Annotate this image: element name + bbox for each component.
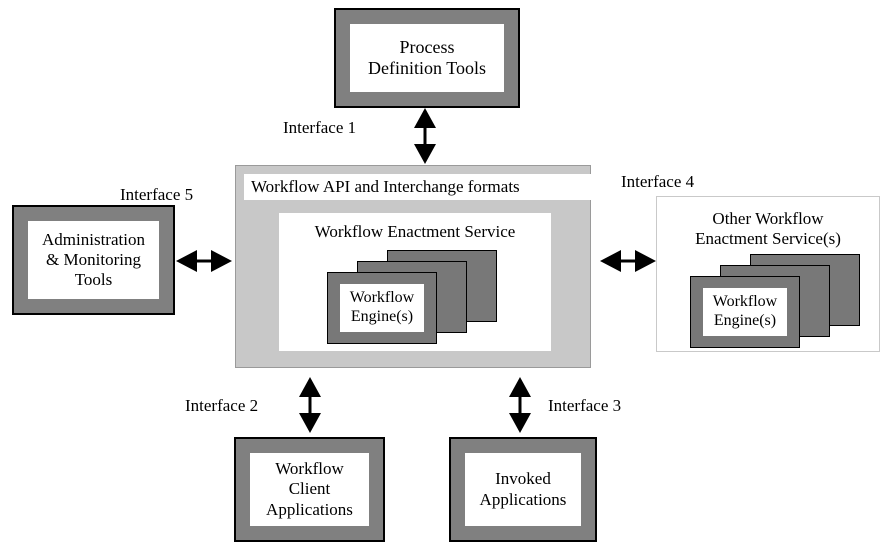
other-enactment-service-line1: Other Workflow xyxy=(712,209,824,228)
administration-monitoring-tools-line3: Tools xyxy=(74,270,113,290)
process-definition-tools-label-line2: Definition Tools xyxy=(368,58,486,78)
administration-monitoring-tools-inner: Administration & Monitoring Tools xyxy=(28,221,159,299)
diagram-canvas: Process Definition Tools Interface 1 Wor… xyxy=(0,0,891,554)
double-arrow-vertical-icon-interface-3 xyxy=(506,377,534,433)
invoked-applications-line1: Invoked xyxy=(495,469,551,489)
workflow-engine-card-text: Workflow Engine(s) xyxy=(340,284,424,332)
workflow-engines-center-line2: Engine(s) xyxy=(350,308,414,325)
workflow-engine-stack-other[interactable]: Workflow Engine(s) xyxy=(690,254,870,348)
node-other-enactment-service[interactable]: Other Workflow Enactment Service(s) Work… xyxy=(656,196,880,352)
workflow-engine-stack-center[interactable]: Workflow Engine(s) xyxy=(327,250,507,344)
workflow-client-applications-inner: Workflow Client Applications xyxy=(250,453,369,526)
workflow-client-applications-line3: Applications xyxy=(266,499,353,519)
double-arrow-vertical-icon-interface-1 xyxy=(411,108,439,164)
workflow-client-applications-line1: Workflow xyxy=(275,459,344,479)
double-arrow-horizontal-icon-interface-5 xyxy=(176,246,232,276)
label-interface-2: Interface 2 xyxy=(185,396,259,415)
label-interface-3: Interface 3 xyxy=(548,396,622,415)
other-enactment-service-line2: Enactment Service(s) xyxy=(695,229,841,249)
administration-monitoring-tools-line2: & Monitoring xyxy=(46,249,141,269)
workflow-engine-other-card-text: Workflow Engine(s) xyxy=(703,288,787,336)
label-interface-5: Interface 5 xyxy=(120,185,194,204)
invoked-applications-inner: Invoked Applications xyxy=(465,453,581,526)
node-process-definition-tools[interactable]: Process Definition Tools xyxy=(334,8,520,108)
double-arrow-vertical-icon-interface-2 xyxy=(296,377,324,433)
other-enactment-service-title: Other Workflow Enactment Service(s) xyxy=(657,209,879,249)
double-arrow-horizontal-icon-interface-4 xyxy=(600,246,656,276)
workflow-engines-other-line1: Workflow xyxy=(712,293,778,311)
node-workflow-client-applications[interactable]: Workflow Client Applications xyxy=(234,437,385,542)
process-definition-tools-label-line1: Process xyxy=(399,36,455,57)
workflow-enactment-service-title: Workflow Enactment Service xyxy=(314,222,516,241)
workflow-engine-other-card-front[interactable]: Workflow Engine(s) xyxy=(690,276,800,348)
invoked-applications-line2: Applications xyxy=(479,489,567,509)
workflow-api-bar[interactable]: Workflow API and Interchange formats xyxy=(244,174,591,200)
workflow-engines-center-line1: Workflow xyxy=(349,289,415,307)
process-definition-tools-inner: Process Definition Tools xyxy=(350,24,504,92)
workflow-engine-card-front[interactable]: Workflow Engine(s) xyxy=(327,272,437,344)
workflow-engines-other-line2: Engine(s) xyxy=(713,312,777,329)
node-administration-monitoring-tools[interactable]: Administration & Monitoring Tools xyxy=(12,205,175,315)
panel-workflow-enactment-main: Workflow API and Interchange formats Wor… xyxy=(235,165,591,368)
node-invoked-applications[interactable]: Invoked Applications xyxy=(449,437,597,542)
administration-monitoring-tools-line1: Administration xyxy=(42,229,145,249)
label-interface-4: Interface 4 xyxy=(621,172,695,191)
node-workflow-enactment-service[interactable]: Workflow Enactment Service Workflow Engi… xyxy=(279,213,551,351)
workflow-client-applications-line2: Client xyxy=(288,479,331,499)
label-interface-1: Interface 1 xyxy=(283,118,357,137)
